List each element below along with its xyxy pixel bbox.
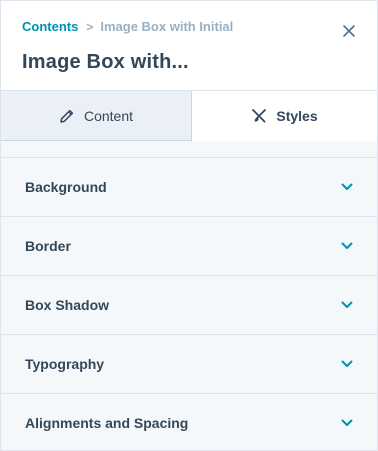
chevron-down-icon — [341, 360, 353, 367]
section-label: Background — [25, 179, 107, 195]
styles-brush-icon — [252, 109, 267, 123]
breadcrumb: Contents > Image Box with Initial — [22, 18, 233, 36]
close-icon — [343, 25, 355, 37]
tab-bar: Content Styles — [1, 91, 377, 141]
section-label: Alignments and Spacing — [25, 414, 189, 431]
chevron-down-icon — [341, 183, 353, 190]
breadcrumb-contents-link[interactable]: Contents — [22, 18, 78, 36]
pencil-icon — [60, 109, 74, 123]
chevron-down-icon — [341, 419, 353, 426]
breadcrumb-separator: > — [86, 20, 94, 34]
tab-styles[interactable]: Styles — [192, 91, 377, 141]
section-alignments-spacing[interactable]: Alignments and Spacing — [1, 393, 377, 451]
tab-content-label: Content — [83, 107, 134, 124]
section-label: Typography — [25, 356, 105, 372]
section-background[interactable]: Background — [1, 157, 377, 216]
section-typography[interactable]: Typography — [1, 334, 377, 393]
panel-title: Image Box with... — [22, 51, 189, 73]
tab-styles-label: Styles — [276, 108, 318, 124]
close-button[interactable] — [341, 23, 357, 39]
section-label: Border — [25, 238, 71, 254]
chevron-down-icon — [341, 301, 353, 308]
chevron-down-icon — [341, 242, 353, 249]
section-border[interactable]: Border — [1, 216, 377, 275]
section-label: Box Shadow — [25, 297, 110, 313]
tab-content[interactable]: Content — [1, 91, 192, 141]
style-panel: Contents > Image Box with Initial Image … — [0, 0, 378, 451]
panel-header: Contents > Image Box with Initial Image … — [1, 1, 377, 91]
section-box-shadow[interactable]: Box Shadow — [1, 275, 377, 334]
breadcrumb-current: Image Box with Initial — [100, 19, 234, 34]
style-sections: Background Border Box Shadow Typography … — [1, 157, 377, 451]
